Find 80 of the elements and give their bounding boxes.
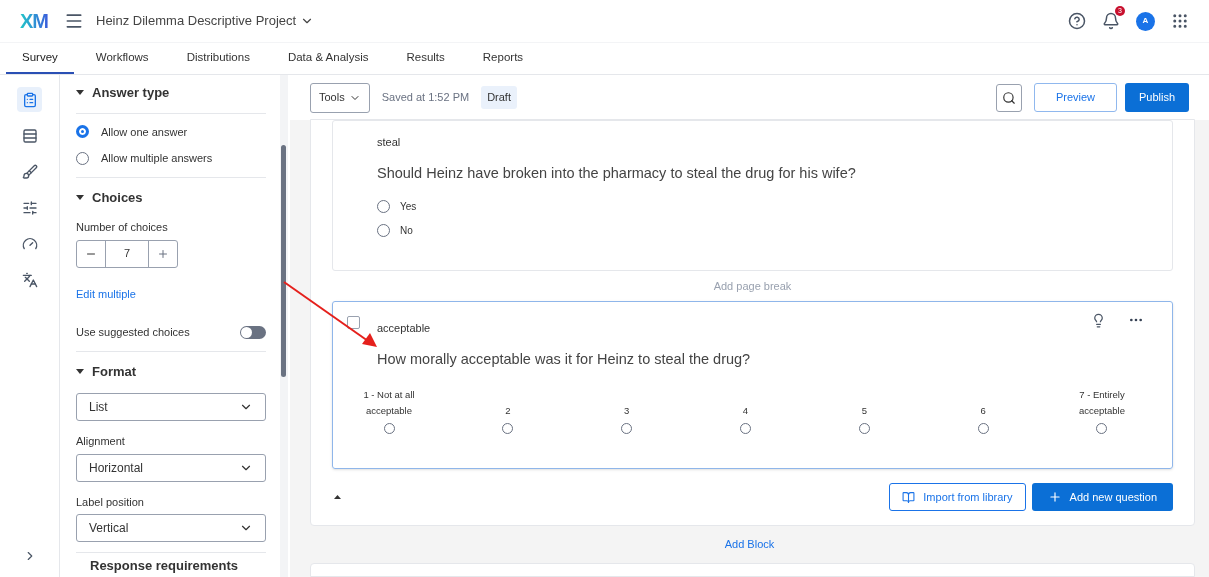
tools-button[interactable]: Tools <box>310 82 370 113</box>
plus-icon <box>1047 490 1062 504</box>
saved-status: Saved at 1:52 PM <box>381 90 470 106</box>
scale-label: 1 - Not at all acceptable <box>362 388 416 418</box>
preview-button[interactable]: Preview <box>1034 83 1117 112</box>
dropdown-select[interactable]: Horizontal <box>76 453 266 482</box>
scale-label: 2 <box>505 404 511 418</box>
bell-icon[interactable] <box>1102 12 1120 30</box>
project-title-dropdown[interactable]: Heinz Dilemma Descriptive Project <box>96 11 315 31</box>
dropdown-select[interactable]: Vertical <box>76 514 266 542</box>
toggle-label: Use suggested choices <box>76 325 190 340</box>
question-tag: acceptable <box>377 322 431 335</box>
scale-radio[interactable] <box>977 423 989 434</box>
avatar[interactable]: A <box>1136 11 1155 31</box>
question-tag: steal <box>377 136 401 148</box>
draft-badge: Draft <box>481 86 517 109</box>
field-label: Alignment <box>76 434 126 449</box>
dropdown-select[interactable]: List <box>76 393 266 421</box>
nav-tab[interactable]: Survey <box>6 43 74 74</box>
plus-icon <box>157 247 169 260</box>
field-label: Label position <box>76 494 145 510</box>
add-block-link[interactable]: Add Block <box>724 536 775 553</box>
tools-icon <box>21 235 38 252</box>
apps-grid-icon[interactable] <box>1171 12 1189 30</box>
scale-radio[interactable] <box>1096 423 1108 434</box>
radio-button[interactable] <box>377 223 390 237</box>
field-label: Number of choices <box>76 220 169 235</box>
radio-button[interactable] <box>377 199 390 213</box>
survey-rail-button[interactable] <box>17 87 42 112</box>
scale-label: 3 <box>624 404 630 418</box>
menu-icon[interactable] <box>64 11 84 31</box>
lightbulb-icon[interactable] <box>1091 312 1106 328</box>
choice-label: Yes <box>400 199 417 214</box>
look-icon <box>21 163 38 180</box>
collapse-caret-icon[interactable] <box>76 194 84 200</box>
section-title: Response requirements <box>90 559 240 573</box>
radio-label: Allow multiple answers <box>101 151 213 166</box>
radio-button[interactable] <box>76 125 89 139</box>
scale-radio[interactable] <box>621 423 633 434</box>
scale-label: 7 - Entirely acceptable <box>1078 388 1126 418</box>
question-card[interactable]: acceptable How morally acceptable was it for Heinz to steal the drug? 1 - Not at all acceptable 2 3 4 5 6 7 - Entirely acceptable <box>332 301 1173 469</box>
nav-tab[interactable]: Workflows <box>79 43 165 74</box>
question-card[interactable]: steal Should Heinz have broken into the pharmacy to steal the drug for his wife? Yes No <box>332 120 1173 271</box>
nav-tab[interactable]: Data & Analysis <box>271 43 385 74</box>
scale-label: 6 <box>980 404 986 418</box>
publish-button[interactable]: Publish <box>1125 83 1189 112</box>
scale-radio[interactable] <box>740 423 751 434</box>
scale-label: 5 <box>861 404 867 418</box>
import-from-library-button[interactable]: Import from library <box>889 483 1026 511</box>
question-text: Should Heinz have broken into the pharmacy to steal the drug for his wife? <box>377 164 857 183</box>
help-icon[interactable] <box>1068 12 1086 30</box>
survey-icon <box>21 91 38 108</box>
options-icon <box>21 199 38 216</box>
choice-label: No <box>400 223 413 238</box>
nav-tab[interactable]: Reports <box>466 43 540 74</box>
scale-radio[interactable] <box>502 423 514 434</box>
question-text: How morally acceptable was it for Heinz to steal the drug? <box>377 350 752 370</box>
scale-label: 4 <box>742 404 749 418</box>
book-icon <box>902 490 916 504</box>
question-checkbox[interactable] <box>347 316 360 330</box>
search-button[interactable] <box>996 83 1022 112</box>
section-title: Answer type <box>92 84 170 102</box>
translate-icon <box>21 271 38 288</box>
radio-label: Allow one answer <box>101 124 188 140</box>
scale-radio[interactable] <box>858 423 870 434</box>
collapse-caret-icon[interactable] <box>334 495 341 499</box>
section-title: Choices <box>92 188 143 207</box>
add-new-question-button[interactable]: Add new question <box>1031 483 1173 511</box>
collapse-caret-icon[interactable] <box>76 368 84 374</box>
search-icon <box>1002 90 1016 105</box>
edit-multiple-link[interactable]: Edit multiple <box>76 285 266 302</box>
scrollbar-thumb[interactable] <box>281 145 286 377</box>
nav-tab[interactable]: Distributions <box>170 43 266 74</box>
radio-button[interactable] <box>76 151 89 165</box>
section-title: Format <box>92 362 137 381</box>
flow-icon <box>21 127 38 144</box>
scale-radio[interactable] <box>383 423 395 434</box>
collapse-caret-icon[interactable] <box>76 90 84 96</box>
nav-tab[interactable]: Results <box>390 43 461 74</box>
toggle-switch[interactable] <box>240 325 266 339</box>
